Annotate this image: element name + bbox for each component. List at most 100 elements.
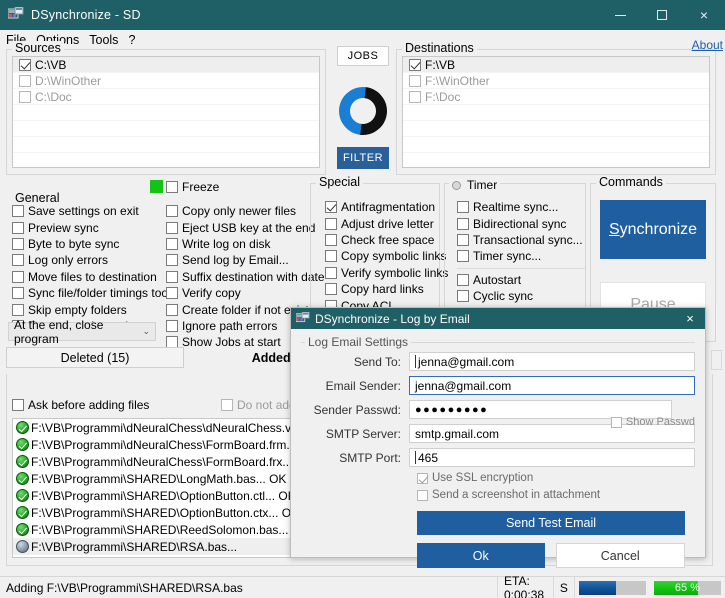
cancel-button[interactable]: Cancel: [555, 543, 685, 568]
checkbox[interactable]: [12, 399, 24, 412]
checkbox[interactable]: [325, 217, 337, 230]
list-item-empty[interactable]: [13, 105, 319, 121]
destinations-listbox[interactable]: F:\VB F:\WinOther F:\Doc: [402, 56, 710, 168]
about-link[interactable]: About: [692, 38, 723, 52]
option-send-log-by-email[interactable]: Send log by Email...: [166, 252, 316, 268]
option-realtime-sync[interactable]: Realtime sync...: [457, 199, 587, 215]
checkbox[interactable]: [166, 237, 178, 250]
destination-checkbox[interactable]: [409, 58, 421, 71]
list-item[interactable]: C:\Doc: [13, 89, 319, 105]
list-item-empty[interactable]: [13, 153, 319, 167]
scrollbar-thumb[interactable]: [711, 350, 722, 370]
jobs-button[interactable]: JOBS: [337, 46, 389, 66]
destination-checkbox[interactable]: [409, 74, 421, 87]
checkbox[interactable]: [166, 319, 178, 332]
checkbox[interactable]: [166, 221, 178, 234]
email-sender-input[interactable]: jenna@gmail.com: [409, 376, 695, 395]
option-copy-hard-links[interactable]: Copy hard links: [325, 281, 445, 297]
option-eject-usb-key[interactable]: Eject USB key at the end: [166, 219, 316, 235]
source-checkbox[interactable]: [19, 90, 31, 103]
list-item[interactable]: D:\WinOther: [13, 73, 319, 89]
list-item[interactable]: F:\Doc: [403, 89, 709, 105]
minimize-button[interactable]: [599, 0, 641, 30]
checkbox[interactable]: [12, 303, 24, 316]
option-copy-only-newer-files[interactable]: Copy only newer files: [166, 203, 316, 219]
checkbox[interactable]: [457, 290, 469, 303]
option-freeze[interactable]: Freeze: [166, 179, 219, 195]
option-verify-symbolic-links[interactable]: Verify symbolic links: [325, 265, 448, 281]
checkbox[interactable]: [12, 254, 24, 267]
checkbox[interactable]: [457, 201, 469, 214]
checkbox[interactable]: [325, 283, 337, 296]
option-send-screenshot-attachment[interactable]: Send a screenshot in attachment: [301, 489, 695, 501]
option-show-passwd[interactable]: Show Passwd: [610, 416, 695, 428]
send-to-input[interactable]: jenna@gmail.com: [409, 352, 695, 371]
synchronize-button[interactable]: Synchronize: [600, 200, 706, 259]
checkbox[interactable]: [12, 287, 24, 300]
option-antifragmentation[interactable]: Antifragmentation: [325, 199, 445, 215]
list-item-empty[interactable]: [13, 121, 319, 137]
option-byte-to-byte-sync[interactable]: Byte to byte sync: [12, 236, 162, 252]
list-item-empty[interactable]: [13, 137, 319, 153]
checkbox[interactable]: [166, 287, 178, 300]
checkbox[interactable]: [166, 205, 178, 218]
ok-button[interactable]: Ok: [417, 543, 545, 568]
option-move-files-to-destination[interactable]: Move files to destination: [12, 269, 162, 285]
checkbox[interactable]: [12, 221, 24, 234]
checkbox[interactable]: [12, 205, 24, 218]
list-item-empty[interactable]: [403, 105, 709, 121]
checkbox[interactable]: [221, 399, 233, 412]
list-item-empty[interactable]: [403, 137, 709, 153]
option-log-only-errors[interactable]: Log only errors: [12, 252, 162, 268]
option-sync-file-folder-timings[interactable]: Sync file/folder timings too: [12, 285, 168, 301]
checkbox[interactable]: [166, 254, 178, 267]
smtp-port-input[interactable]: 465: [409, 448, 695, 467]
option-timer-sync[interactable]: Timer sync...: [457, 248, 587, 264]
timer-radio[interactable]: [452, 180, 461, 190]
option-autostart[interactable]: Autostart: [457, 272, 587, 288]
filter-button[interactable]: FILTER: [337, 147, 389, 169]
option-bidirectional-sync[interactable]: Bidirectional sync: [457, 215, 587, 231]
checkbox[interactable]: [610, 416, 622, 428]
checkbox[interactable]: [166, 181, 178, 194]
checkbox[interactable]: [12, 270, 24, 283]
option-transactional-sync[interactable]: Transactional sync...: [457, 232, 587, 248]
option-preview-sync[interactable]: Preview sync: [12, 219, 162, 235]
option-use-ssl-encryption[interactable]: Use SSL encryption: [301, 472, 695, 484]
checkbox[interactable]: [457, 217, 469, 230]
option-ask-before-adding-files[interactable]: Ask before adding files: [12, 397, 187, 413]
checkbox[interactable]: [325, 233, 337, 246]
checkbox[interactable]: [457, 250, 469, 263]
checkbox[interactable]: [417, 472, 428, 484]
option-suffix-destination-with-date[interactable]: Suffix destination with date: [166, 269, 325, 285]
sources-listbox[interactable]: C:\VB D:\WinOther C:\Doc: [12, 56, 320, 168]
list-item[interactable]: F:\VB: [403, 57, 709, 73]
checkbox[interactable]: [325, 266, 337, 279]
tab-deleted[interactable]: Deleted (15): [6, 347, 184, 368]
list-item[interactable]: C:\VB: [13, 57, 319, 73]
option-verify-copy[interactable]: Verify copy: [166, 285, 316, 301]
close-button[interactable]: ×: [683, 0, 725, 30]
option-save-settings-on-exit[interactable]: Save settings on exit: [12, 203, 162, 219]
option-skip-empty-folders[interactable]: Skip empty folders: [12, 301, 162, 317]
send-test-email-button[interactable]: Send Test Email: [417, 511, 685, 535]
dialog-close-button[interactable]: ×: [675, 308, 705, 329]
checkbox[interactable]: [457, 273, 469, 286]
timer-header[interactable]: Timer: [449, 178, 501, 192]
end-action-dropdown[interactable]: At the end, close program ⌄: [8, 318, 156, 346]
option-copy-symbolic-links[interactable]: Copy symbolic links: [325, 248, 446, 264]
source-checkbox[interactable]: [19, 74, 31, 87]
checkbox[interactable]: [12, 237, 24, 250]
list-item-empty[interactable]: [403, 153, 709, 167]
option-cyclic-sync[interactable]: Cyclic sync: [457, 288, 587, 304]
maximize-button[interactable]: [641, 0, 683, 30]
checkbox[interactable]: [325, 250, 337, 263]
checkbox[interactable]: [457, 233, 469, 246]
checkbox[interactable]: [166, 270, 178, 283]
checkbox[interactable]: [325, 201, 337, 214]
source-checkbox[interactable]: [19, 58, 31, 71]
option-write-log-on-disk[interactable]: Write log on disk: [166, 236, 316, 252]
list-item[interactable]: F:\WinOther: [403, 73, 709, 89]
checkbox[interactable]: [166, 303, 178, 316]
checkbox[interactable]: [417, 489, 428, 501]
